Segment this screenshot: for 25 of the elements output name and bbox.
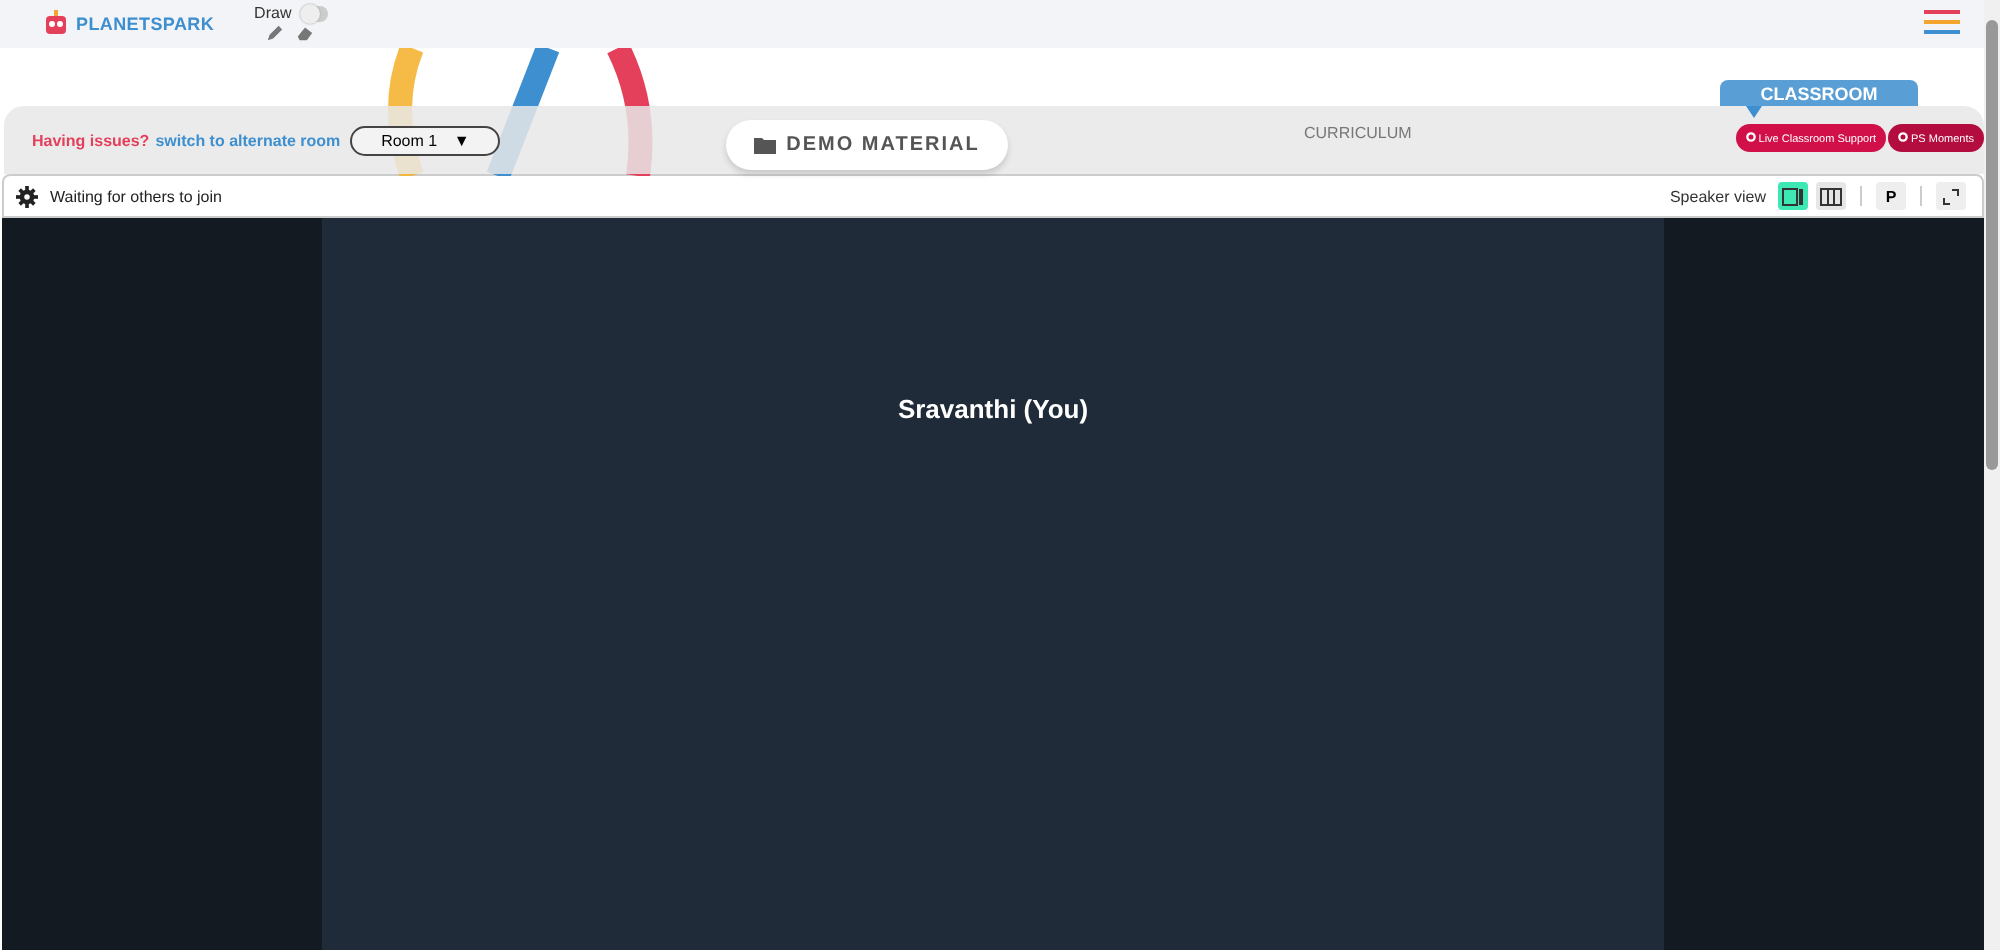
p-button[interactable]: P — [1876, 182, 1906, 210]
issue-text: Having issues? — [32, 131, 150, 149]
draw-toggle[interactable] — [299, 5, 328, 21]
settings-icon[interactable] — [16, 185, 38, 207]
ring-icon — [1897, 131, 1908, 141]
folder-icon — [754, 136, 777, 154]
status-text: Waiting for others to join — [50, 187, 222, 205]
room-dropdown[interactable]: Room 1 ▼ — [350, 125, 501, 155]
eraser-icon[interactable] — [296, 24, 315, 42]
grid-view-button[interactable] — [1816, 182, 1846, 210]
demo-material-tab[interactable]: DEMO MATERIAL — [726, 120, 1008, 170]
curriculum-tab[interactable]: CURRICULUM — [1304, 124, 1412, 142]
scrollbar[interactable] — [1984, 0, 2000, 950]
fullscreen-icon — [1942, 187, 1960, 205]
draw-label: Draw — [254, 4, 292, 22]
view-label: Speaker view — [1669, 187, 1766, 205]
fullscreen-button[interactable] — [1936, 182, 1966, 210]
participant-name: Sravanthi (You) — [897, 394, 1089, 424]
logo: PLANETSPARK — [42, 10, 215, 38]
pointer-icon — [1746, 106, 1762, 118]
menu-icon[interactable] — [1924, 10, 1960, 34]
ring-icon — [1745, 131, 1756, 141]
robot-icon — [42, 10, 70, 38]
speaker-view-button[interactable] — [1778, 182, 1808, 210]
pencil-icon[interactable] — [266, 24, 285, 42]
